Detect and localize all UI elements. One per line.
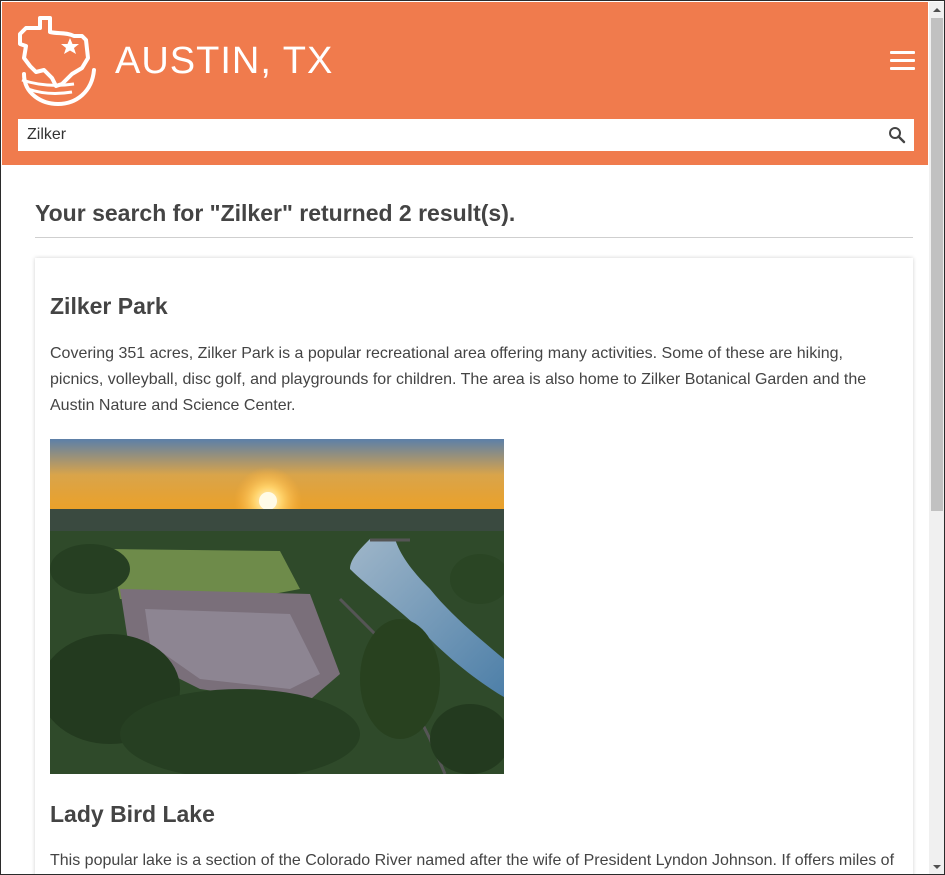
- texas-star-logo[interactable]: [16, 14, 98, 106]
- divider: [35, 237, 913, 238]
- scroll-up-arrow-icon[interactable]: [929, 2, 945, 18]
- site-title[interactable]: AUSTIN, TX: [115, 40, 333, 83]
- result-description-lady-bird-lake: This popular lake is a section of the Co…: [50, 852, 895, 869]
- scrollbar-thumb[interactable]: [931, 18, 943, 511]
- search-icon[interactable]: [888, 126, 906, 144]
- scroll-down-arrow-icon[interactable]: [929, 859, 945, 875]
- result-title-zilker-park: Zilker Park: [50, 293, 168, 319]
- hamburger-menu-icon[interactable]: [890, 51, 915, 73]
- search-results-heading: Your search for "Zilker" returned 2 resu…: [35, 200, 516, 226]
- browser-frame: AUSTIN, TX Your search for "Zilker" retu…: [0, 0, 945, 875]
- result-description-zilker-park: Covering 351 acres, Zilker Park is a pop…: [50, 345, 867, 414]
- result-title-lady-bird-lake: Lady Bird Lake: [50, 801, 215, 827]
- zilker-park-aerial-photo: [50, 439, 504, 774]
- results-card: Zilker Park Covering 351 acres, Zilker P…: [35, 258, 913, 874]
- search-input[interactable]: [18, 119, 878, 151]
- page-scrollbar[interactable]: [929, 2, 945, 875]
- search-bar: [18, 119, 914, 151]
- site-header: AUSTIN, TX: [2, 2, 928, 165]
